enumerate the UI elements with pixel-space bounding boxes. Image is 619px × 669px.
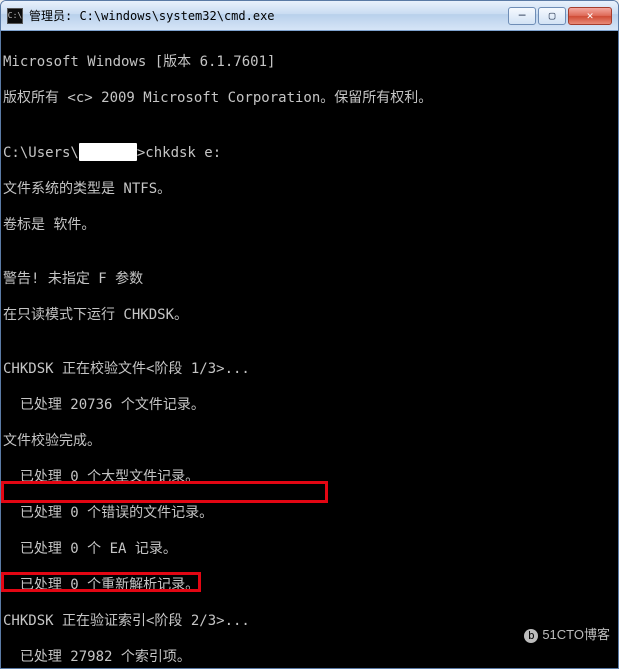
output-line: 已处理 0 个 EA 记录。	[3, 540, 616, 558]
output-line: CHKDSK 正在验证索引<阶段 2/3>...	[3, 612, 616, 630]
output-line: 警告! 未指定 F 参数	[3, 270, 616, 288]
cmd-window: C:\ 管理员: C:\windows\system32\cmd.exe ─ ▢…	[0, 0, 619, 669]
watermark-text: 51CTO博客	[542, 627, 610, 642]
output-line: Microsoft Windows [版本 6.1.7601]	[3, 53, 616, 71]
cmd-icon: C:\	[7, 8, 23, 24]
output-line: 卷标是 软件。	[3, 216, 616, 234]
minimize-button[interactable]: ─	[508, 7, 536, 25]
output-line: 已处理 0 个重新解析记录。	[3, 576, 616, 594]
prompt-line: C:\Users\ >chkdsk e:	[3, 143, 616, 162]
output-line: CHKDSK 正在校验文件<阶段 1/3>...	[3, 360, 616, 378]
output-line: 文件校验完成。	[3, 432, 616, 450]
output-line: 已处理 0 个错误的文件记录。	[3, 504, 616, 522]
maximize-button[interactable]: ▢	[538, 7, 566, 25]
output-line: 已处理 0 个大型文件记录。	[3, 468, 616, 486]
titlebar[interactable]: C:\ 管理员: C:\windows\system32\cmd.exe ─ ▢…	[1, 1, 618, 31]
output-line: 已处理 27982 个索引项。	[3, 648, 616, 666]
output-line: 版权所有 <c> 2009 Microsoft Corporation。保留所有…	[3, 89, 616, 107]
output-line: 文件系统的类型是 NTFS。	[3, 180, 616, 198]
close-button[interactable]: ✕	[568, 7, 612, 25]
watermark-icon: b	[524, 629, 538, 643]
window-buttons: ─ ▢ ✕	[508, 7, 612, 25]
censored-username	[79, 143, 137, 161]
output-line: 已处理 20736 个文件记录。	[3, 396, 616, 414]
terminal-output[interactable]: Microsoft Windows [版本 6.1.7601] 版权所有 <c>…	[1, 31, 618, 668]
output-line: 在只读模式下运行 CHKDSK。	[3, 306, 616, 324]
window-title: 管理员: C:\windows\system32\cmd.exe	[29, 7, 508, 24]
